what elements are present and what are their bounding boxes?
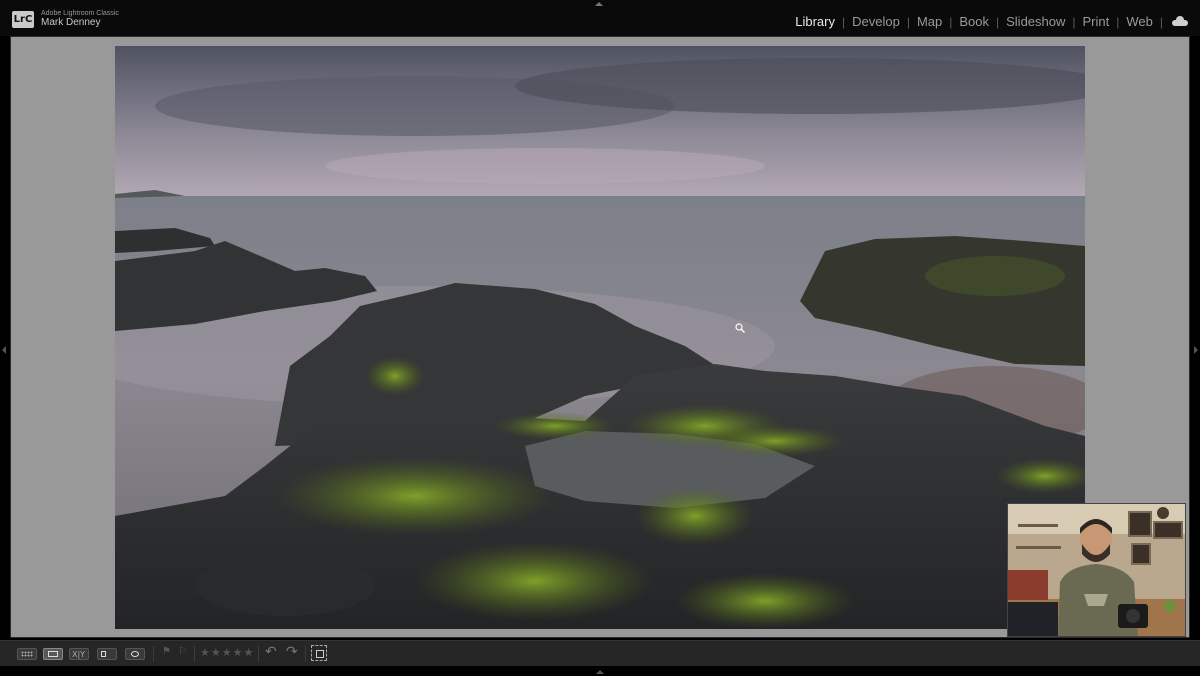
collapse-right-panel-arrow-icon[interactable]: [1194, 346, 1198, 354]
module-develop[interactable]: Develop: [845, 14, 907, 29]
collapse-top-panel-arrow-icon[interactable]: [595, 2, 603, 6]
rotate-left-icon[interactable]: ↶: [265, 644, 277, 660]
library-toolbar: X|Y ⚑ ⚐ ★★★★★ ↶ ↷: [0, 640, 1200, 666]
module-print[interactable]: Print: [1076, 14, 1117, 29]
module-picker: Library | Develop | Map | Book | Slidesh…: [788, 14, 1188, 29]
loupe-view-button[interactable]: [43, 648, 63, 660]
module-library[interactable]: Library: [788, 14, 842, 29]
people-view-button[interactable]: [125, 648, 145, 660]
app-name: Adobe Lightroom Classic: [41, 10, 119, 17]
identity-plate-bar: LrC Adobe Lightroom Classic Mark Denney …: [0, 0, 1200, 36]
user-name: Mark Denney: [41, 17, 101, 28]
grid-view-button[interactable]: [17, 648, 37, 660]
toolbar-divider: [153, 646, 154, 662]
magnifier-cursor-icon: [735, 323, 745, 333]
toolbar-divider: [194, 646, 195, 662]
grid-icon: [21, 651, 33, 657]
module-slideshow[interactable]: Slideshow: [999, 14, 1072, 29]
module-map[interactable]: Map: [910, 14, 949, 29]
cloud-icon[interactable]: [1172, 16, 1188, 26]
loupe-photo[interactable]: [115, 46, 1085, 629]
module-web[interactable]: Web: [1119, 14, 1160, 29]
crop-overlay-icon[interactable]: [311, 645, 327, 661]
compare-view-button[interactable]: X|Y: [69, 648, 89, 660]
module-book[interactable]: Book: [952, 14, 996, 29]
face-icon: [131, 651, 139, 657]
collapse-left-panel-arrow-icon[interactable]: [2, 346, 6, 354]
star-rating[interactable]: ★★★★★: [200, 646, 254, 659]
loupe-icon: [48, 651, 58, 657]
survey-view-button[interactable]: [97, 648, 117, 660]
collapse-filmstrip-arrow-icon[interactable]: [596, 670, 604, 674]
module-separator: |: [1159, 14, 1163, 29]
flag-reject-icon[interactable]: ⚐: [178, 646, 187, 657]
presenter-video-image: [1008, 504, 1185, 636]
survey-icon: [101, 651, 106, 657]
rotate-right-icon[interactable]: ↷: [286, 644, 298, 660]
webcam-overlay: [1007, 503, 1186, 637]
flag-pick-icon[interactable]: ⚑: [162, 646, 171, 657]
lrc-logo: LrC: [12, 11, 34, 28]
toolbar-divider: [258, 646, 259, 662]
seascape-photo-image: [115, 46, 1085, 629]
toolbar-divider: [305, 646, 306, 662]
compare-icon: X|Y: [72, 650, 86, 659]
